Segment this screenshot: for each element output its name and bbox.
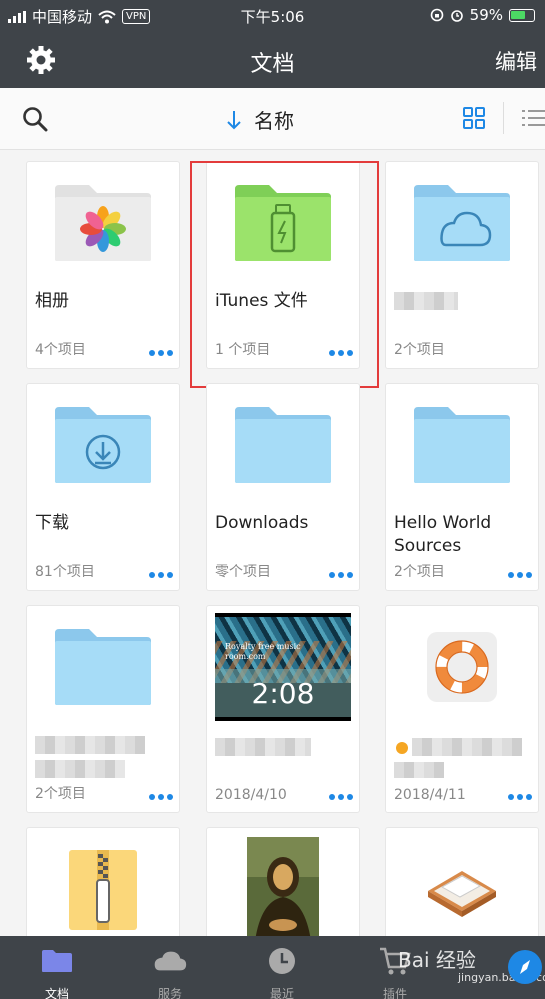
status-dot (396, 742, 408, 754)
redacted-name (412, 738, 522, 756)
orientation-lock-icon (430, 8, 443, 22)
tab-label: 文档 (44, 987, 69, 999)
video-duration: 2:08 (251, 677, 315, 710)
file-item-photos[interactable]: 相册 4个项目 (26, 161, 180, 369)
file-meta: 零个项目 (215, 564, 271, 580)
lifebuoy-icon (435, 640, 489, 694)
compass-icon (520, 960, 530, 974)
file-meta: 2个项目 (394, 342, 445, 358)
file-meta: 4个项目 (35, 342, 86, 358)
file-item-video[interactable]: Royalty free music room.com 2:08 2018/4/… (206, 605, 360, 813)
sort-control[interactable]: 名称 (226, 105, 294, 134)
file-item-folder[interactable]: 2个项目 (26, 605, 180, 813)
file-meta: 2个项目 (35, 786, 86, 802)
folder-icon (42, 950, 72, 972)
mona-lisa-image (247, 837, 319, 941)
redacted-name (35, 736, 145, 754)
folder-icon (55, 629, 151, 705)
folder-icon (235, 407, 331, 483)
redacted-name (394, 762, 444, 778)
file-item-hello-world[interactable]: Hello World Sources 2个项目 (385, 383, 539, 591)
toolbar-divider (503, 102, 504, 134)
highlight-box (190, 161, 379, 388)
watermark-text: Bai 经验 (398, 948, 476, 972)
tab-recent[interactable]: 最近 (227, 936, 337, 999)
file-meta: 2个项目 (394, 564, 445, 580)
file-meta: 2018/4/11 (394, 787, 466, 803)
download-folder-icon (55, 407, 151, 483)
clock-icon (269, 948, 295, 974)
tab-documents[interactable]: 文档 (2, 936, 112, 999)
file-meta: 81个项目 (35, 564, 95, 580)
video-caption: Royalty free music room.com (225, 642, 301, 661)
alarm-icon (450, 10, 463, 22)
more-icon[interactable] (149, 572, 173, 578)
battery-percent: 59% (469, 6, 503, 24)
status-bar: 中国移动 VPN 下午5:06 59% (0, 0, 545, 32)
arrow-down-icon (227, 110, 241, 129)
file-name: Hello World Sources (394, 513, 492, 556)
file-name: 下载 (35, 513, 69, 533)
tab-label: 服务 (157, 987, 182, 999)
more-icon[interactable] (329, 794, 353, 800)
folder-icon (414, 407, 510, 483)
zip-archive-icon (69, 850, 137, 930)
file-item-lifebuoy[interactable]: 2018/4/11 (385, 605, 539, 813)
more-icon[interactable] (149, 350, 173, 356)
more-icon[interactable] (329, 572, 353, 578)
file-item-cloud[interactable]: 2个项目 (385, 161, 539, 369)
tab-label: 插件 (382, 987, 407, 999)
compass-button[interactable] (508, 950, 542, 984)
redacted-name (394, 292, 458, 310)
photos-folder-icon (55, 185, 151, 261)
more-icon[interactable] (508, 794, 532, 800)
grid-view-icon[interactable] (463, 107, 485, 129)
toolbar: 名称 (0, 88, 545, 150)
redacted-name (215, 738, 311, 756)
more-icon[interactable] (149, 794, 173, 800)
search-icon[interactable] (22, 106, 48, 132)
file-name: Downloads (215, 513, 309, 533)
sort-label: 名称 (254, 109, 294, 133)
cloud-icon (154, 951, 187, 971)
more-icon[interactable] (508, 572, 532, 578)
navigation-bar: 文档 编辑 (0, 32, 545, 88)
cloud-folder-icon (414, 185, 510, 261)
page-title: 文档 (250, 52, 295, 77)
edit-button[interactable]: 编辑 (495, 46, 537, 76)
redacted-name (35, 760, 125, 778)
list-view-icon[interactable] (522, 108, 545, 128)
file-name: 相册 (35, 291, 69, 311)
app-icon (427, 632, 497, 702)
inbox-tray-icon (428, 871, 496, 917)
tab-label: 最近 (269, 987, 294, 999)
file-meta: 2018/4/10 (215, 787, 287, 803)
tab-services[interactable]: 服务 (115, 936, 225, 999)
video-thumbnail: Royalty free music room.com 2:08 (215, 613, 351, 721)
file-item-downloads-cn[interactable]: 下载 81个项目 (26, 383, 180, 591)
battery-icon (509, 8, 535, 22)
file-item-downloads[interactable]: Downloads 零个项目 (206, 383, 360, 591)
